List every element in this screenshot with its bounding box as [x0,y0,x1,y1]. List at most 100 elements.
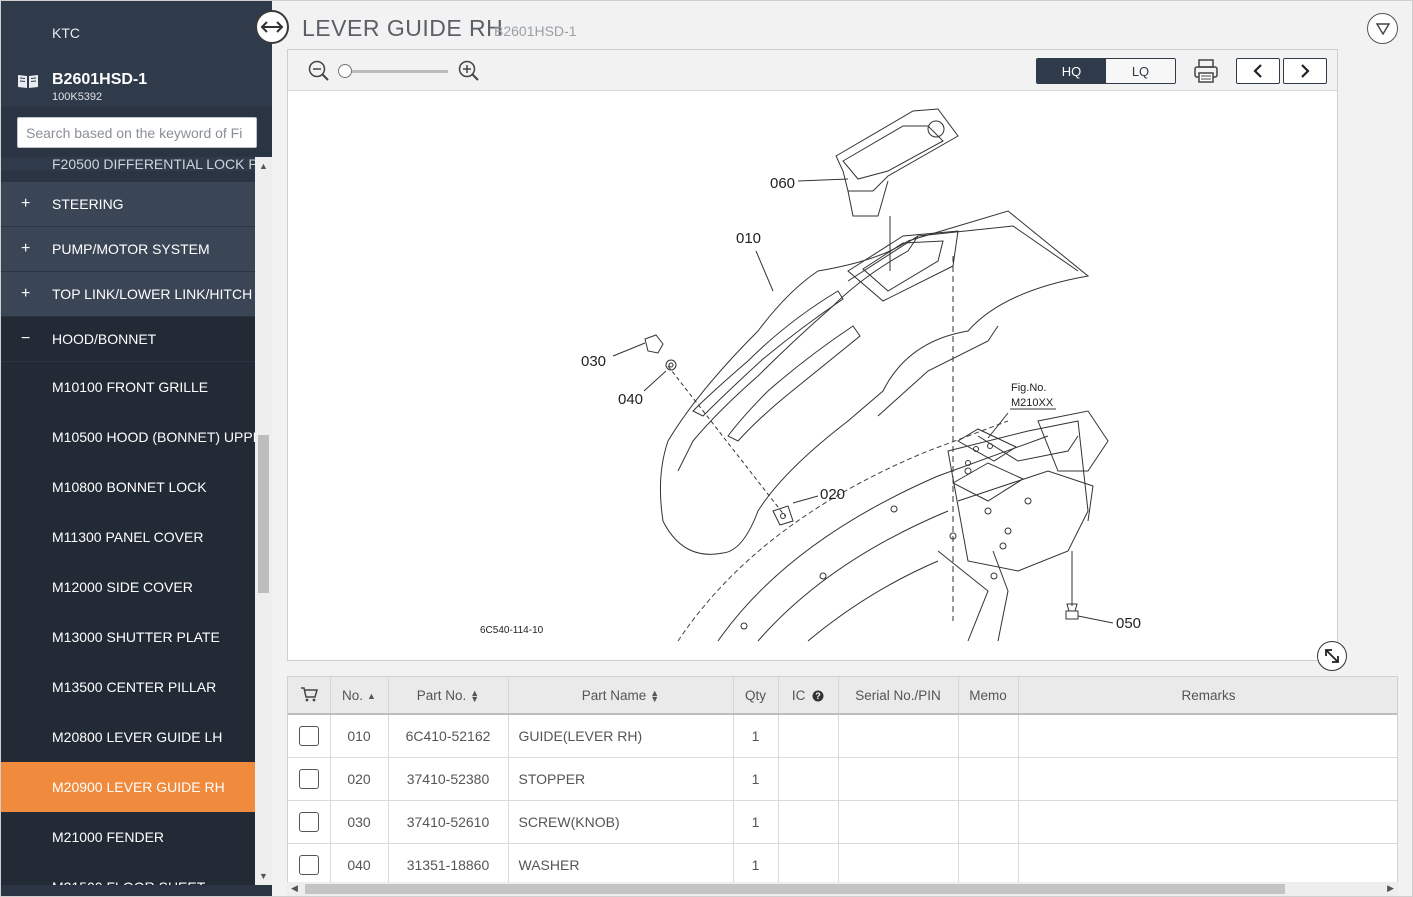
search-input[interactable] [17,117,257,148]
table-horizontal-scrollbar[interactable]: ◀ ▶ [287,882,1398,896]
sidebar-item-m21000[interactable]: M21000 FENDER [1,812,255,862]
cell-ic [778,843,839,887]
sidebar-category-pump-motor[interactable]: + PUMP/MOTOR SYSTEM [1,227,255,272]
sidebar-item-m20900-active[interactable]: M20900 LEVER GUIDE RH [1,762,255,812]
brand-label: KTC [52,25,80,41]
search-area [1,107,272,157]
sidebar-toggle-button[interactable] [255,10,289,44]
app-window: KTC B2601HSD-1 100K5392 F20500 DIFFERENT… [0,0,1413,897]
part-name-column-header[interactable]: Part Name ▲ ▼ [508,677,734,715]
remarks-header-label: Remarks [1181,687,1236,703]
scroll-right-icon[interactable]: ▶ [1387,883,1394,894]
part-no-column-header[interactable]: Part No. ▲ ▼ [388,677,509,715]
model-name: B2601HSD-1 [52,71,148,88]
next-figure-button[interactable] [1283,58,1327,84]
cell-remarks [1018,757,1397,801]
cell-memo[interactable] [958,714,1019,758]
cart-column-header[interactable] [288,677,331,715]
cell-part-no[interactable]: 31351-18860 [388,843,509,887]
table-row[interactable]: 010 6C410-52162 GUIDE(LEVER RH) 1 [288,714,1397,758]
sidebar-item-m10500[interactable]: M10500 HOOD (BONNET) UPPER [1,412,255,462]
table-row[interactable]: 020 37410-52380 STOPPER 1 [288,757,1397,801]
cell-memo[interactable] [958,757,1019,801]
sidebar-item-m10100[interactable]: M10100 FRONT GRILLE [1,362,255,412]
zoom-in-icon[interactable] [458,60,480,82]
expand-viewer-button[interactable] [1317,641,1347,671]
sidebar-item-m11300[interactable]: M11300 PANEL COVER [1,512,255,562]
cell-part-name: SCREW(KNOB) [508,800,734,844]
sidebar-item-m13000[interactable]: M13000 SHUTTER PLATE [1,612,255,662]
chevron-right-icon [1301,64,1310,78]
printer-icon[interactable] [1192,57,1220,85]
sidebar-item-m21500[interactable]: M21500 FLOOR SHEET [1,862,255,885]
row-checkbox[interactable] [298,811,319,832]
lq-button[interactable]: LQ [1106,59,1175,83]
zoom-out-icon[interactable] [308,60,330,82]
scroll-up-icon[interactable]: ▲ [259,161,268,171]
previous-figure-button[interactable] [1236,58,1280,84]
cell-remarks [1018,843,1397,887]
no-column-header[interactable]: No. ▲ [330,677,389,715]
sidebar-category-top-link[interactable]: + TOP LINK/LOWER LINK/HITCH [1,272,255,317]
sidebar-item-m12000[interactable]: M12000 SIDE COVER [1,562,255,612]
fig-ref-label: Fig.No. [1011,382,1046,394]
expand-icon: + [21,240,31,257]
sort-asc-icon: ▲ [367,690,376,701]
sidebar-item-m13500[interactable]: M13500 CENTER PILLAR [1,662,255,712]
cell-part-no[interactable]: 6C410-52162 [388,714,509,758]
cell-part-name: GUIDE(LEVER RH) [508,714,734,758]
sidebar-category-steering[interactable]: + STEERING [1,182,255,227]
scrollbar-thumb[interactable] [305,884,1285,894]
row-checkbox[interactable] [298,725,319,746]
row-checkbox[interactable] [298,854,319,875]
zoom-slider-track[interactable] [343,70,448,73]
category-label: TOP LINK/LOWER LINK/HITCH [52,286,253,302]
callout-010[interactable]: 010 [736,230,761,247]
row-select-cell [288,800,331,844]
drawing-code: 6C540-114-10 [480,625,544,636]
cell-no: 040 [330,843,389,887]
cell-memo[interactable] [958,800,1019,844]
cell-qty: 1 [733,800,779,844]
cell-memo[interactable] [958,843,1019,887]
sidebar-tree: F20500 DIFFERENTIAL LOCK PEDAL + STEERIN… [1,157,255,885]
triangle-down-icon [1375,22,1390,35]
part-no-header-label: Part No. [416,687,467,703]
table-row[interactable]: 040 31351-18860 WASHER 1 [288,843,1397,887]
scroll-left-icon[interactable]: ◀ [291,883,298,894]
callout-040[interactable]: 040 [618,391,643,408]
table-header-row: No. ▲ Part No. ▲ ▼ Part Name ▲ ▼ Qty IC ? Ser… [288,677,1397,715]
hq-button[interactable]: HQ [1037,59,1106,83]
cell-part-no[interactable]: 37410-52380 [388,757,509,801]
sidebar-category-hood-bonnet[interactable]: − HOOD/BONNET [1,317,255,362]
cell-no: 010 [330,714,389,758]
callout-050[interactable]: 050 [1116,615,1141,632]
sidebar-footer [1,885,272,896]
help-icon[interactable]: ? [812,690,824,702]
cell-ic [778,757,839,801]
row-checkbox[interactable] [298,768,319,789]
cart-icon [300,686,318,701]
callout-020[interactable]: 020 [820,486,845,503]
sidebar-scrollbar[interactable]: ▲ ▼ [255,157,272,885]
callout-030[interactable]: 030 [581,353,606,370]
table-row[interactable]: 030 37410-52610 SCREW(KNOB) 1 [288,800,1397,844]
menu-button[interactable] [1367,13,1398,44]
scroll-down-icon[interactable]: ▼ [259,871,268,881]
svg-text:?: ? [815,691,821,701]
sidebar-item-m20800[interactable]: M20800 LEVER GUIDE LH [1,712,255,762]
zoom-slider-handle[interactable] [338,64,352,78]
sort-icon: ▲ ▼ [650,687,660,704]
ic-header-label: IC [791,687,806,703]
sidebar-item-m10800[interactable]: M10800 BONNET LOCK [1,462,255,512]
cell-serial [838,757,959,801]
parts-diagram[interactable]: 060 010 030 040 020 050 Fig.No. M210XX 6… [288,91,1337,660]
parts-table: No. ▲ Part No. ▲ ▼ Part Name ▲ ▼ Qty IC ? Ser… [287,676,1398,896]
sidebar-item-partial[interactable]: F20500 DIFFERENTIAL LOCK PEDAL [1,157,255,171]
callout-060[interactable]: 060 [770,175,795,192]
scrollbar-thumb[interactable] [258,435,269,593]
cell-part-no[interactable]: 37410-52610 [388,800,509,844]
fig-ref-number[interactable]: M210XX [1011,397,1054,409]
expand-icon: + [21,285,31,302]
page-title: LEVER GUIDE RH [302,15,504,41]
